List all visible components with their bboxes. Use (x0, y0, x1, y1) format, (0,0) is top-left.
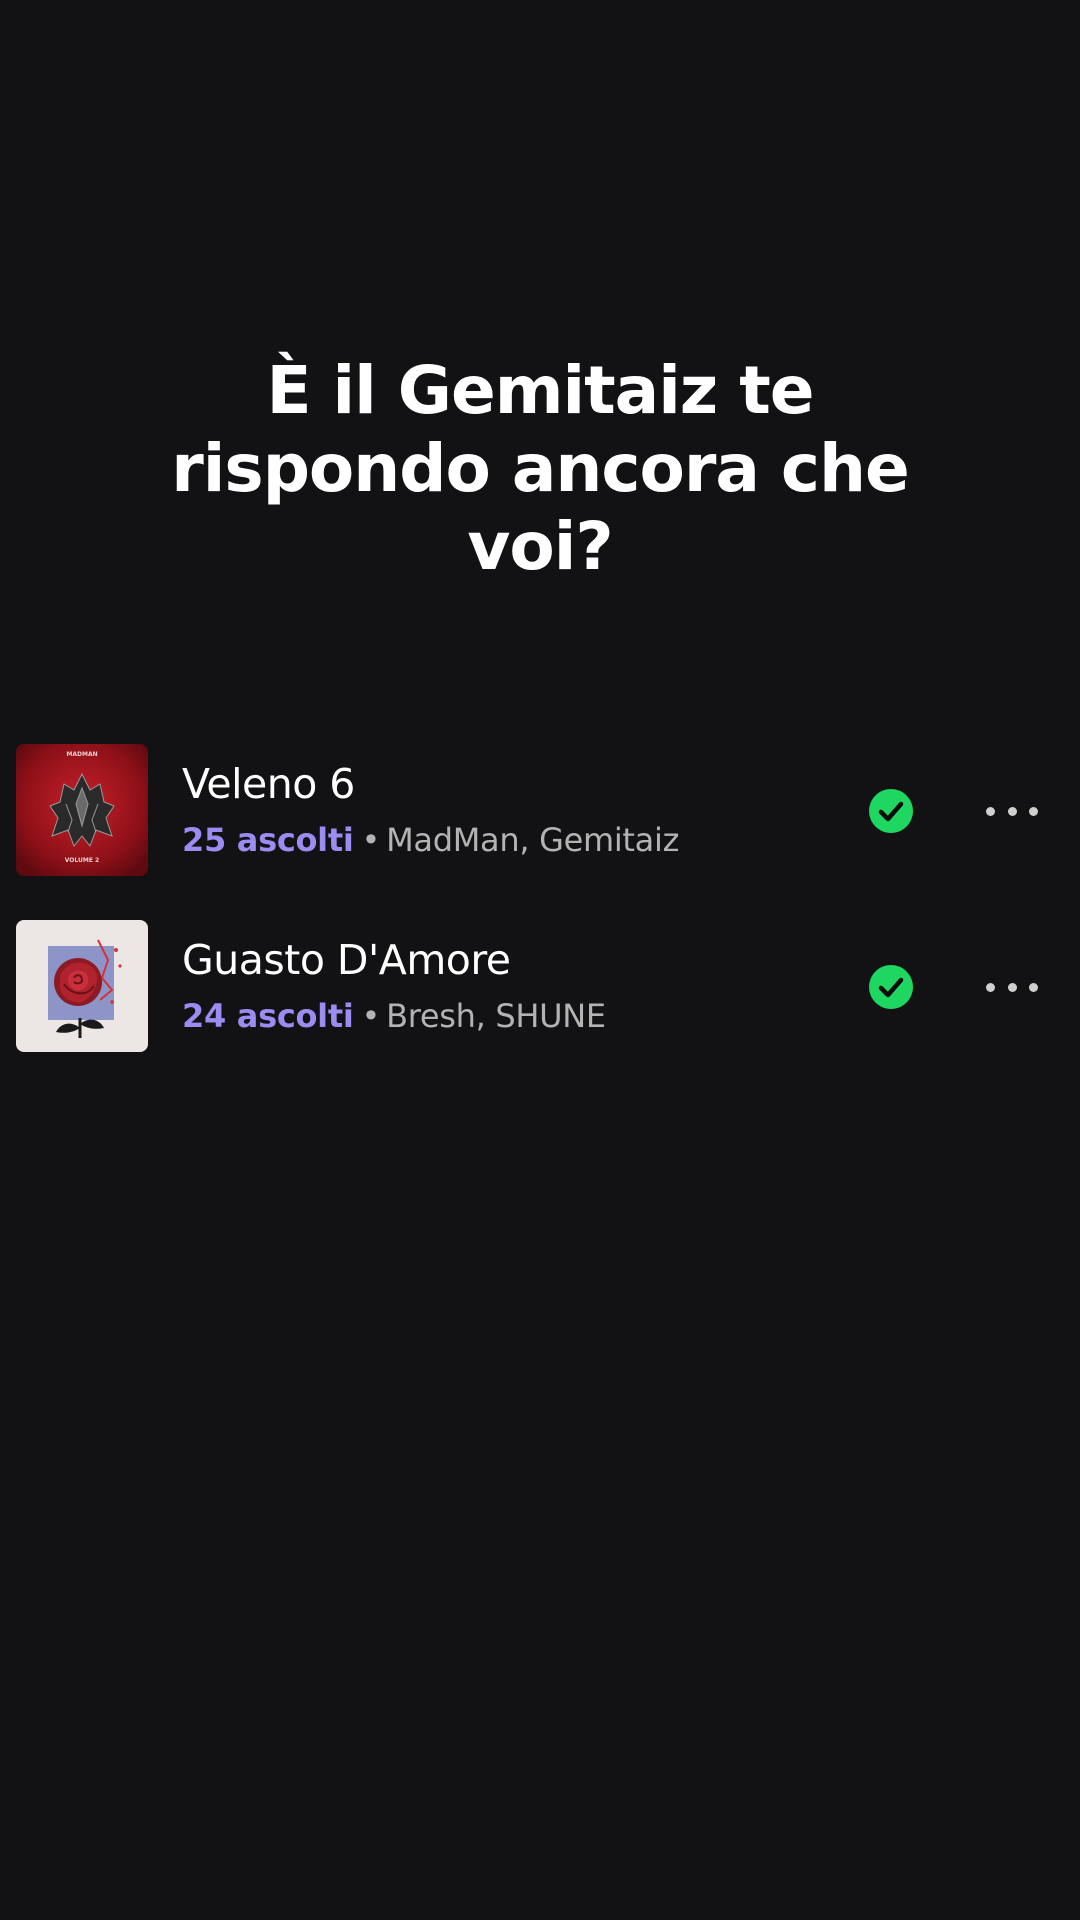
track-row[interactable]: Guasto D'Amore 24 ascolti • Bresh, SHUNE (0, 920, 1080, 1054)
more-horizontal-icon[interactable] (982, 788, 1042, 834)
headline: È il Gemitaiz te rispondo ancora che voi… (171, 352, 910, 585)
track-row[interactable]: MADMAN VOLUME 2 Veleno 6 25 ascolti • MadM… (0, 744, 1080, 878)
meta-separator: • (361, 997, 381, 1035)
check-circle-icon[interactable] (868, 964, 914, 1010)
dot (1007, 982, 1017, 992)
dot (1029, 806, 1038, 816)
track-meta: 24 ascolti • Bresh, SHUNE (182, 996, 606, 1036)
track-title: Guasto D'Amore (182, 936, 511, 984)
cover-text-bottom: VOLUME 2 (65, 857, 99, 864)
play-count: 25 ascolti (182, 821, 354, 859)
play-count: 24 ascolti (182, 997, 354, 1035)
check-circle-icon[interactable] (868, 788, 914, 834)
album-cover: MADMAN VOLUME 2 (16, 744, 148, 876)
cover-text-top: MADMAN (66, 751, 97, 758)
dot (1007, 806, 1017, 816)
more-horizontal-icon[interactable] (982, 964, 1042, 1010)
track-artists: Bresh, SHUNE (386, 997, 606, 1035)
track-title: Veleno 6 (182, 760, 355, 808)
track-meta: 25 ascolti • MadMan, Gemitaiz (182, 820, 679, 860)
dot (1029, 982, 1038, 992)
album-cover (16, 920, 148, 1052)
meta-separator: • (361, 821, 381, 859)
dot (986, 982, 995, 992)
dot (986, 806, 995, 816)
track-artists: MadMan, Gemitaiz (386, 821, 680, 859)
